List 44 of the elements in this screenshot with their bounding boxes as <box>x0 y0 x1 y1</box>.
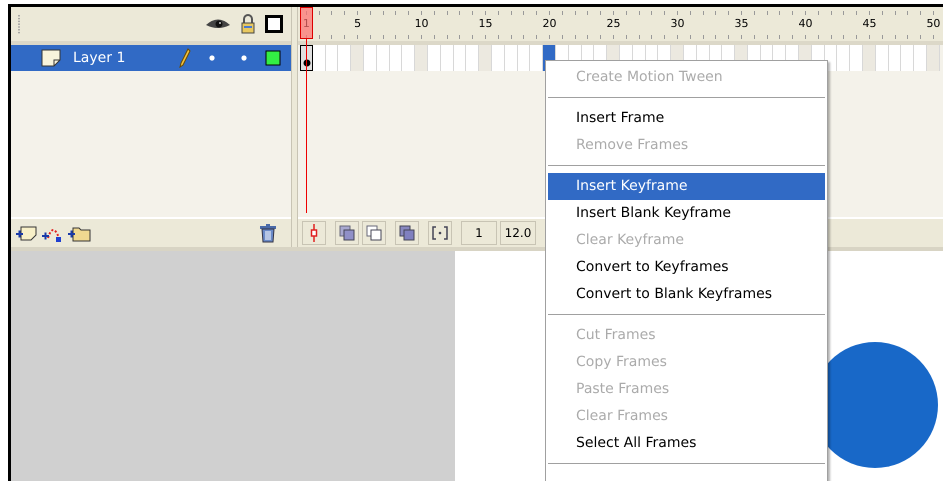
frame-number: 35 <box>734 17 748 30</box>
onion-skin-icon <box>339 225 355 241</box>
bracket-icon <box>432 225 448 241</box>
frame-rate-field: 12.0 <box>500 221 536 245</box>
layer-row[interactable]: Layer 1 <box>11 45 291 71</box>
menu-item[interactable]: Insert Blank Keyframe <box>548 200 825 227</box>
modify-onion-markers-button[interactable] <box>428 221 452 245</box>
onion-skin-button[interactable] <box>335 221 359 245</box>
frame-number: 5 <box>354 17 362 30</box>
layer-name: Layer 1 <box>73 50 126 66</box>
menu-item[interactable]: Select All Frames <box>548 430 825 457</box>
outline-color-icon[interactable] <box>265 50 281 66</box>
layer-page-icon <box>41 49 61 67</box>
frame-number: 45 <box>862 17 876 30</box>
center-frame-button[interactable] <box>302 221 326 245</box>
menu-item[interactable]: Insert Frame <box>548 105 825 132</box>
playhead[interactable] <box>300 7 313 213</box>
current-frame-field: 1 <box>461 221 497 245</box>
onion-outlines-icon <box>366 225 382 241</box>
gripper-icon[interactable] <box>17 14 21 34</box>
menu-item[interactable]: Convert to Blank Keyframes <box>548 281 825 308</box>
menu-item[interactable]: Insert Keyframe <box>548 173 825 200</box>
pencil-icon <box>179 48 191 68</box>
dot-icon[interactable] <box>209 55 215 61</box>
frame-number: 30 <box>670 17 684 30</box>
trash-icon[interactable] <box>259 223 277 243</box>
dot-icon[interactable] <box>241 55 247 61</box>
frame-number: 15 <box>478 17 493 30</box>
frame-number: 1 <box>302 17 310 30</box>
frame-cell[interactable] <box>300 45 313 71</box>
edit-multiple-frames-icon <box>399 225 415 241</box>
menu-item[interactable]: Convert to Keyframes <box>548 254 825 281</box>
add-layer-icon[interactable] <box>15 224 37 242</box>
frame-number: 25 <box>606 17 621 30</box>
outline-square-icon[interactable] <box>265 15 283 33</box>
edit-multiple-frames-button[interactable] <box>395 221 419 245</box>
frame-number: 40 <box>798 17 812 30</box>
frame-number: 20 <box>542 17 557 30</box>
center-frame-icon <box>309 224 319 242</box>
lock-icon[interactable] <box>240 14 256 34</box>
frame-number: 50 <box>926 17 940 30</box>
onion-outlines-button[interactable] <box>362 221 386 245</box>
eye-icon[interactable] <box>205 17 231 31</box>
frame-number: 10 <box>414 17 429 30</box>
